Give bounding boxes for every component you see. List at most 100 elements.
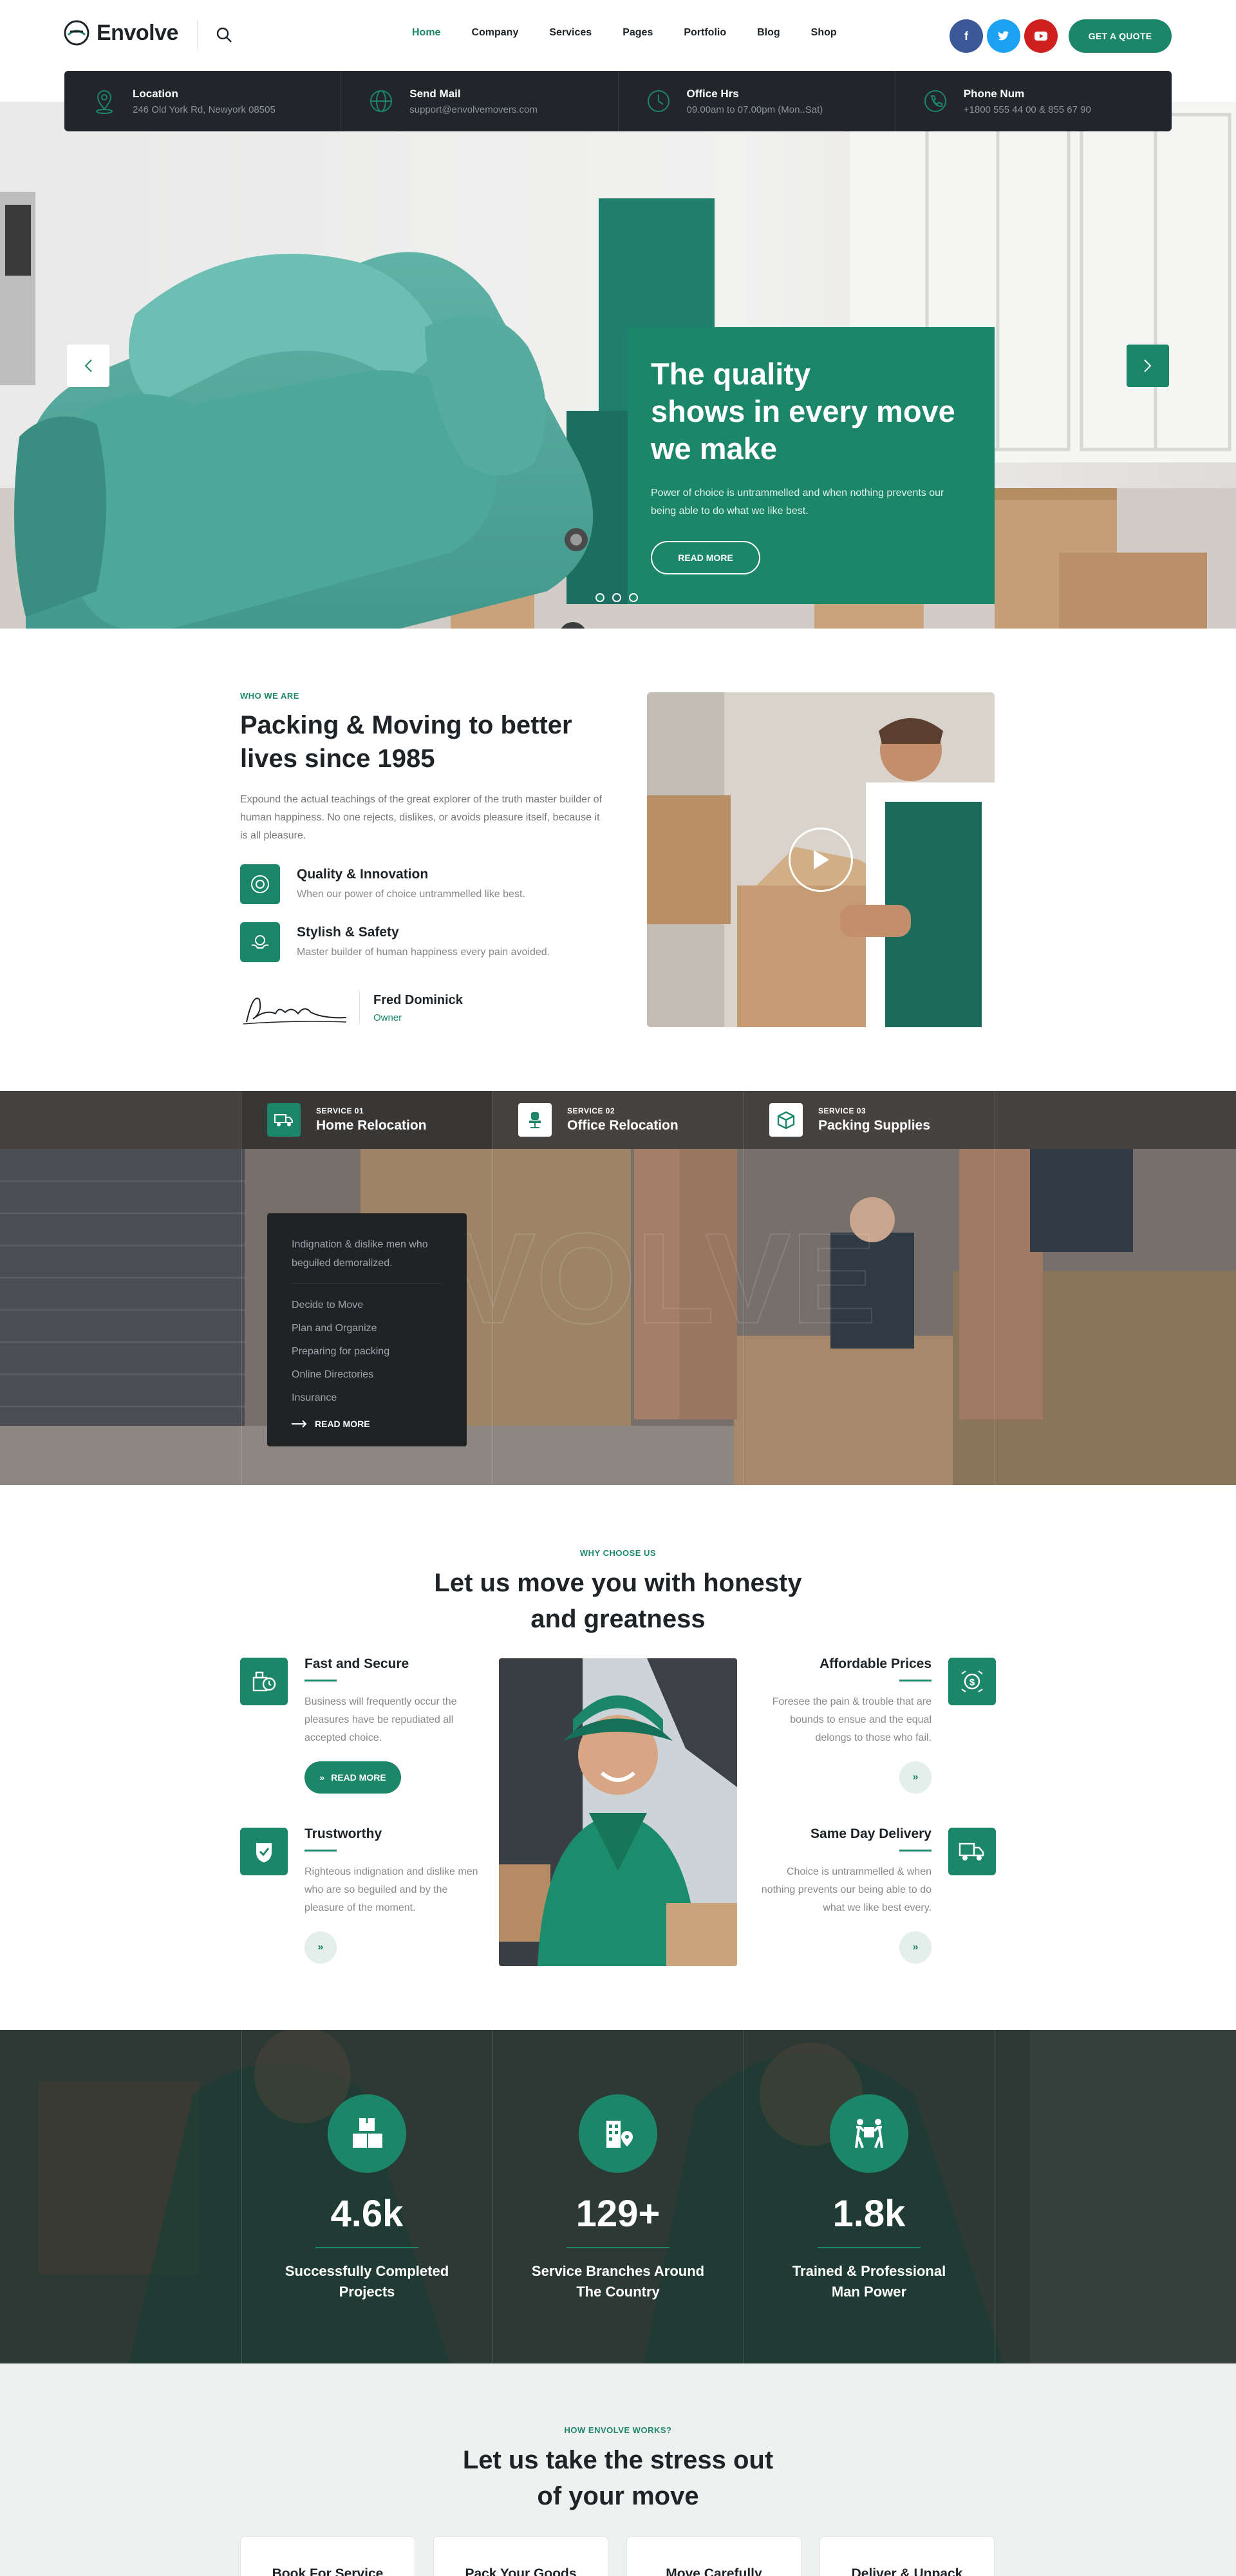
office-chair-icon bbox=[518, 1103, 552, 1137]
why-trust-arrow-button[interactable]: » bbox=[304, 1931, 337, 1964]
counter-manpower-label-2: Man Power bbox=[831, 2284, 907, 2300]
get-a-quote-button[interactable]: GET A QUOTE bbox=[1069, 19, 1172, 53]
why-item-delivery-text: Choice is untrammelled & when nothing pr… bbox=[761, 1866, 932, 1913]
counter-underline bbox=[566, 2247, 670, 2248]
why-prices-arrow-button[interactable]: » bbox=[899, 1761, 932, 1794]
play-video-button[interactable] bbox=[789, 828, 853, 892]
nav-company[interactable]: Company bbox=[471, 27, 518, 39]
site-header: Envolve Home Company Services Pages Port… bbox=[0, 0, 1236, 70]
slider-next-button[interactable] bbox=[1127, 345, 1169, 387]
service-tab-2-name: Office Relocation bbox=[567, 1118, 679, 1133]
why-item-prices-title: Affordable Prices bbox=[819, 1656, 932, 1671]
info-phone-title: Phone Num bbox=[963, 87, 1025, 100]
nav-shop[interactable]: Shop bbox=[811, 27, 837, 39]
nav-pages[interactable]: Pages bbox=[623, 27, 653, 39]
logo[interactable]: Envolve bbox=[63, 19, 178, 46]
counter-projects-label-2: Projects bbox=[339, 2284, 395, 2300]
logo-text: Envolve bbox=[97, 20, 178, 45]
counters-section: 4.6k Successfully Completed Projects 129+… bbox=[0, 2030, 1236, 2363]
counter-branches-label-2: The Country bbox=[576, 2284, 660, 2300]
how-step-1[interactable]: Book For Service bbox=[240, 2536, 415, 2576]
counter-branches: 129+ Service Branches Around The Country bbox=[492, 2094, 744, 2302]
service-list-item[interactable]: Online Directories bbox=[292, 1363, 442, 1387]
why-item-prices: Affordable Prices Foresee the pain & tro… bbox=[680, 1656, 932, 1794]
services-background: RVOLVE bbox=[0, 1091, 1236, 1485]
info-location-value: 246 Old York Rd, Newyork 08505 bbox=[133, 104, 276, 115]
hero-read-more-button[interactable]: READ MORE bbox=[651, 541, 760, 574]
services-section: RVOLVE SERVICE 01 Home Relocation SERVICE… bbox=[0, 1091, 1236, 1485]
how-step-2[interactable]: Pack Your Goods bbox=[433, 2536, 608, 2576]
hero-slider: The quality shows in every move we make … bbox=[0, 102, 1236, 629]
counter-projects: 4.6k Successfully Completed Projects bbox=[241, 2094, 492, 2302]
svg-text:$: $ bbox=[969, 1677, 975, 1688]
service-list-item[interactable]: Preparing for packing bbox=[292, 1340, 442, 1363]
box-icon bbox=[769, 1103, 803, 1137]
twitter-icon[interactable] bbox=[987, 19, 1020, 53]
feature-quality-text: When our power of choice untrammelled li… bbox=[297, 889, 525, 900]
why-eyebrow: WHY CHOOSE US bbox=[579, 1548, 657, 1558]
info-location: Location 246 Old York Rd, Newyork 08505 bbox=[64, 71, 342, 131]
info-hours: Office Hrs 09.00am to 07.00pm (Mon..Sat) bbox=[619, 71, 895, 131]
service-list-item[interactable]: Insurance bbox=[292, 1387, 442, 1410]
feature-quality-title: Quality & Innovation bbox=[297, 867, 429, 882]
about-title: Packing & Moving to better lives since 1… bbox=[240, 711, 572, 773]
how-title: Let us take the stress out of your move bbox=[0, 2442, 1236, 2514]
counter-branches-value: 129+ bbox=[576, 2193, 660, 2235]
why-read-more-button[interactable]: » READ MORE bbox=[304, 1761, 401, 1794]
hero-title-line-2: shows in every move bbox=[651, 394, 955, 428]
how-step-2-title: Pack Your Goods bbox=[465, 2566, 577, 2576]
service-read-more-link[interactable]: READ MORE bbox=[292, 1419, 442, 1429]
slider-dot-2[interactable] bbox=[612, 593, 621, 602]
hero-title-line-3: we make bbox=[651, 431, 777, 466]
how-step-4-title: Deliver & Unpack bbox=[851, 2566, 963, 2576]
owner-role: Owner bbox=[373, 1012, 402, 1023]
hero-title: The quality shows in every move we make bbox=[651, 355, 971, 468]
nav-portfolio[interactable]: Portfolio bbox=[684, 27, 726, 39]
shield-check-icon bbox=[240, 1828, 288, 1875]
slider-dot-1[interactable] bbox=[595, 593, 604, 602]
why-delivery-arrow-button[interactable]: » bbox=[899, 1931, 932, 1964]
info-hours-title: Office Hrs bbox=[686, 87, 739, 100]
nav-blog[interactable]: Blog bbox=[757, 27, 780, 39]
counter-projects-label-1: Successfully Completed bbox=[285, 2263, 449, 2279]
why-title-line-2: and greatness bbox=[530, 1605, 706, 1633]
facebook-icon[interactable]: f bbox=[950, 19, 983, 53]
about-video[interactable] bbox=[647, 692, 995, 1027]
info-mail-value[interactable]: support@envolvemovers.com bbox=[409, 104, 538, 115]
hero-title-line-1: The quality bbox=[651, 357, 811, 391]
quality-badge-icon bbox=[240, 864, 280, 904]
slider-dot-3[interactable] bbox=[629, 593, 638, 602]
service-tab-1[interactable]: SERVICE 01 Home Relocation bbox=[241, 1091, 492, 1149]
feature-safety: Stylish & Safety Master builder of human … bbox=[240, 922, 550, 962]
search-icon[interactable] bbox=[215, 26, 233, 44]
why-item-delivery: Same Day Delivery Choice is untrammelled… bbox=[680, 1826, 932, 1964]
youtube-icon[interactable] bbox=[1024, 19, 1058, 53]
why-title: Let us move you with honesty and greatne… bbox=[0, 1565, 1236, 1637]
main-nav: Home Company Services Pages Portfolio Bl… bbox=[412, 27, 837, 39]
chevron-right-icon bbox=[1144, 359, 1152, 372]
service-list-item[interactable]: Plan and Organize bbox=[292, 1317, 442, 1340]
counter-manpower: 1.8k Trained & Professional Man Power bbox=[744, 2094, 995, 2302]
truck-icon bbox=[267, 1103, 301, 1137]
service-list-item[interactable]: Decide to Move bbox=[292, 1294, 442, 1317]
how-step-4[interactable]: Deliver & Unpack bbox=[819, 2536, 995, 2576]
nav-home[interactable]: Home bbox=[412, 27, 440, 39]
why-item-trust-text: Righteous indignation and dislike men wh… bbox=[304, 1866, 478, 1913]
hero-background-illustration bbox=[0, 102, 1236, 629]
info-phone-value[interactable]: +1800 555 44 00 & 855 67 90 bbox=[964, 104, 1091, 115]
nav-services[interactable]: Services bbox=[549, 27, 592, 39]
info-location-title: Location bbox=[133, 87, 178, 100]
map-pin-icon bbox=[96, 90, 113, 114]
about-text: Expound the actual teachings of the grea… bbox=[240, 794, 603, 841]
service-tab-1-label: SERVICE 01 bbox=[316, 1106, 364, 1115]
info-hours-value: 09.00am to 07.00pm (Mon..Sat) bbox=[686, 104, 823, 115]
service-tab-2[interactable]: SERVICE 02 Office Relocation bbox=[492, 1091, 744, 1149]
owner-name: Fred Dominick bbox=[373, 993, 463, 1007]
grid-line bbox=[492, 1091, 493, 1485]
how-step-3[interactable]: Move Carefully bbox=[626, 2536, 801, 2576]
service-tab-3[interactable]: SERVICE 03 Packing Supplies bbox=[744, 1091, 995, 1149]
header-divider bbox=[197, 19, 198, 50]
info-mail-title: Send Mail bbox=[409, 87, 461, 100]
slider-prev-button[interactable] bbox=[67, 345, 109, 387]
how-step-3-title: Move Carefully bbox=[666, 2566, 762, 2576]
